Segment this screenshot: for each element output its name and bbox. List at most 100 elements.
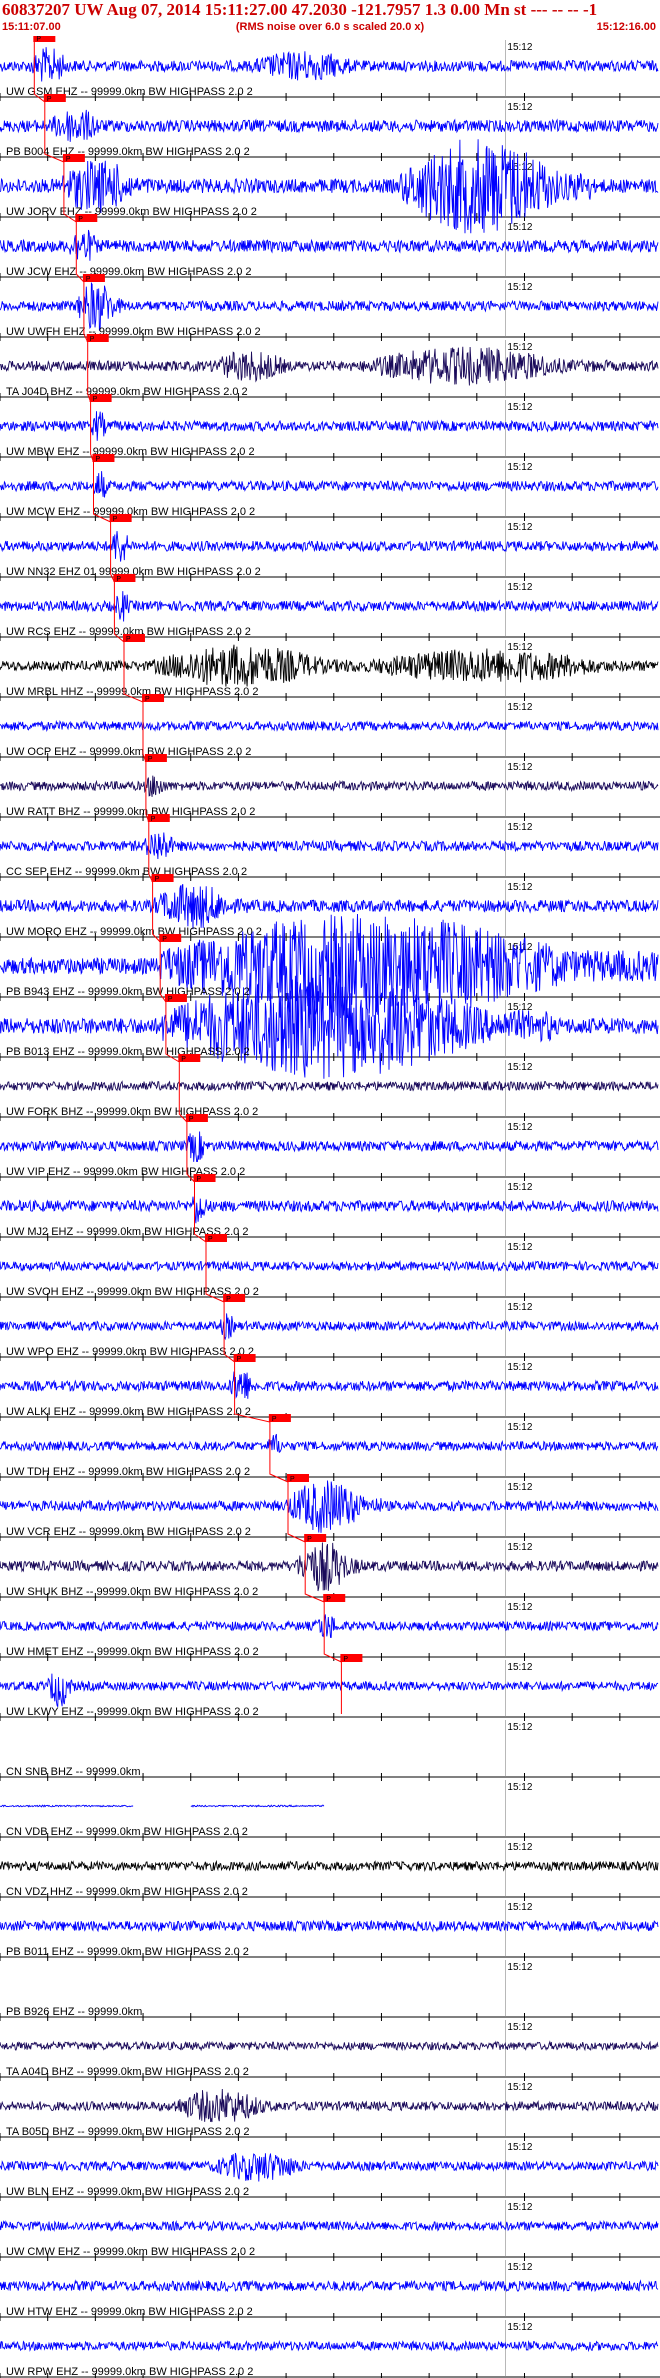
pick-label: P <box>66 156 71 163</box>
minute-marker-label: 15:12 <box>507 1062 532 1073</box>
waveform <box>0 1673 659 1708</box>
pick-label: P <box>145 696 150 703</box>
station-label: CC SEP EHZ -- 99999.0km BW HIGHPASS 2.0 … <box>6 866 247 878</box>
station-label: UW MORQ EHZ -- 99999.0km BW HIGHPASS 2.0… <box>6 926 262 938</box>
pick-label: P <box>95 456 100 463</box>
pick-label: P <box>343 1656 348 1663</box>
station-label: CN VDB EHZ -- 99999.0km BW HIGHPASS 2.0 … <box>6 1826 248 1838</box>
pick-label: P <box>93 396 98 403</box>
waveform <box>0 229 659 261</box>
station-label: CN VDZ HHZ -- 99999.0km BW HIGHPASS 2.0 … <box>6 1886 248 1898</box>
waveform <box>0 2152 659 2182</box>
minute-marker-label: 15:12 <box>507 2142 532 2153</box>
trace-row: 15:12 UW OCP EHZ -- 99999.0km BW HIGHPASS… <box>0 694 660 761</box>
station-label: PB B943 EHZ -- 99999.0km BW HIGHPASS 2.0… <box>6 986 250 998</box>
event-title: 60837207 UW Aug 07, 2014 15:11:27.00 47.… <box>2 0 598 19</box>
pick-label: P <box>208 1236 213 1243</box>
minute-marker-label: 15:12 <box>507 582 532 593</box>
waveform <box>0 2339 659 2353</box>
waveform <box>0 281 659 331</box>
minute-marker-label: 15:12 <box>507 882 532 893</box>
minute-marker-label: 15:12 <box>507 1542 532 1553</box>
trace-row: 15:12UW MCW EHZ -- 99999.0km BW HIGHPASS… <box>0 454 660 521</box>
trace-row: 15:12 TA A04D BHZ -- 99999.0km BW HIGHPAS… <box>0 2020 660 2081</box>
waveform <box>0 1313 659 1341</box>
pick-label: P <box>197 1176 202 1183</box>
trace-row: 15:12UW NN32 EHZ 01 99999.0km BW HIGHPAS… <box>0 514 660 581</box>
minute-marker-label: 15:12 <box>507 642 532 653</box>
waveform <box>0 1259 659 1273</box>
station-label: UW TDH EHZ -- 99999.0km BW HIGHPASS 2.0 … <box>6 1466 250 1478</box>
station-label: TA A04D BHZ -- 99999.0km BW HIGHPASS 2.0… <box>6 2066 249 2078</box>
pick-label: P <box>126 636 131 643</box>
minute-marker-label: 15:12 <box>507 2262 532 2273</box>
trace-row: 15:12 UW VCR EHZ -- 99999.0km BW HIGHPASS… <box>0 1474 660 1541</box>
waveform <box>0 775 659 797</box>
trace-row: 15:12 UW WPO EHZ -- 99999.0km BW HIGHPASS… <box>0 1294 660 1361</box>
minute-marker-label: 15:12 <box>507 1302 532 1313</box>
station-label: UW BLN EHZ -- 99999.0km BW HIGHPASS 2.0 … <box>6 2186 249 2198</box>
station-label: UW SVOH EHZ -- 99999.0km BW HIGHPASS 2.0… <box>6 1286 259 1298</box>
trace-row: 15:12 UW CMW EHZ -- 99999.0km BW HIGHPASS… <box>0 2200 660 2261</box>
trace-row: 15:12 UW MBW EHZ -- 99999.0km BW HIGHPASS… <box>0 394 660 461</box>
station-label: UW HTW EHZ -- 99999.0km BW HIGHPASS 2.0 … <box>6 2306 253 2318</box>
trace-row: 15:12 TA J04D BHZ -- 99999.0km BW HIGHPAS… <box>0 334 660 401</box>
minute-marker-label: 15:12 <box>507 222 532 233</box>
station-label: TA J04D BHZ -- 99999.0km BW HIGHPASS 2.0… <box>6 386 248 398</box>
waveform <box>0 2088 659 2123</box>
station-label: CN SNB BHZ -- 99999.0km <box>6 1766 140 1778</box>
minute-marker-label: 15:12 <box>507 2322 532 2333</box>
minute-marker-label: 15:12 <box>507 1962 532 1973</box>
trace-row: 15:12 UW SVOH EHZ -- 99999.0km BW HIGHPAS… <box>0 1234 660 1301</box>
pick-label: P <box>78 216 83 223</box>
trace-row: 15:12 UW MRBL HHZ -- 99999.0km BW HIGHPAS… <box>0 634 660 701</box>
trace-row: 15:12 UW GSM EHZ -- 99999.0km BW HIGHPASS… <box>0 36 660 101</box>
waveform <box>0 1859 659 1872</box>
waveform <box>0 1804 325 1808</box>
waveform <box>0 2279 659 2293</box>
waveform <box>0 832 659 860</box>
station-label: UW HMET EHZ -- 99999.0km BW HIGHPASS 2.0… <box>6 1646 259 1658</box>
minute-marker-label: 15:12 <box>507 2202 532 2213</box>
pick-label: P <box>47 96 52 103</box>
waveform <box>0 1542 659 1592</box>
minute-marker-label: 15:12 <box>507 342 532 353</box>
minute-marker-label: 15:12 <box>507 1902 532 1913</box>
minute-marker-label: 15:12 <box>507 1242 532 1253</box>
waveform <box>0 644 659 687</box>
station-label: UW FORK BHZ -- 99999.0km BW HIGHPASS 2.0… <box>6 1106 258 1118</box>
pick-label: P <box>90 336 95 343</box>
station-label: TA B05D BHZ -- 99999.0km BW HIGHPASS 2.0… <box>6 2126 250 2138</box>
trace-row: 15:12 UW ALKI EHZ -- 99999.0km BW HIGHPAS… <box>0 1354 660 1421</box>
minute-marker-label: 15:12 <box>507 282 532 293</box>
station-label: UW MBW EHZ -- 99999.0km BW HIGHPASS 2.0 … <box>6 446 255 458</box>
pick-label: P <box>162 936 167 943</box>
trace-row: 15:12 UW JCW EHZ -- 99999.0km BW HIGHPASS… <box>0 214 660 281</box>
station-label: UW GSM EHZ -- 99999.0km BW HIGHPASS 2.0 … <box>6 86 253 98</box>
trace-row: 15:12 UW HTW EHZ -- 99999.0km BW HIGHPASS… <box>0 2260 660 2321</box>
pick-label: P <box>272 1416 277 1423</box>
minute-marker-label: 15:12 <box>507 1602 532 1613</box>
trace-row: 15:12 UW SHUK BHZ -- 99999.0km BW HIGHPAS… <box>0 1534 660 1601</box>
pick-label: P <box>116 576 121 583</box>
waveform <box>0 719 659 732</box>
station-label: UW RPW EHZ -- 99999.0km BW HIGHPASS 2.0 … <box>6 2366 253 2378</box>
station-label: UW WPO EHZ -- 99999.0km BW HIGHPASS 2.0 … <box>6 1346 254 1358</box>
trace-row: 15:12 PB B011 EHZ -- 99999.0km BW HIGHPAS… <box>0 1900 660 1961</box>
minute-marker-label: 15:12 <box>507 522 532 533</box>
pick-label: P <box>155 876 160 883</box>
minute-marker-label: 15:12 <box>507 822 532 833</box>
trace-row: 15:12 UW MORQ EHZ -- 99999.0km BW HIGHPAS… <box>0 874 660 941</box>
waveform <box>0 884 659 930</box>
trace-row: 15:12UW VIP EHZ -- 99999.0km BW HIGHPASS… <box>0 1114 660 1181</box>
waveform <box>0 2040 659 2052</box>
waveform <box>0 1079 659 1093</box>
minute-marker-label: 15:12 <box>507 1182 532 1193</box>
pick-label: P <box>148 756 153 763</box>
pick-label: P <box>151 816 156 823</box>
waveform <box>0 1371 659 1399</box>
station-label: UW VCR EHZ -- 99999.0km BW HIGHPASS 2.0 … <box>6 1526 251 1538</box>
seismogram-plot: 15:12 UW GSM EHZ -- 99999.0km BW HIGHPASS… <box>0 36 660 2378</box>
station-label: UW CMW EHZ -- 99999.0km BW HIGHPASS 2.0 … <box>6 2246 255 2258</box>
trace-row: 15:12 UW RATT BHZ -- 99999.0km BW HIGHPAS… <box>0 754 660 821</box>
